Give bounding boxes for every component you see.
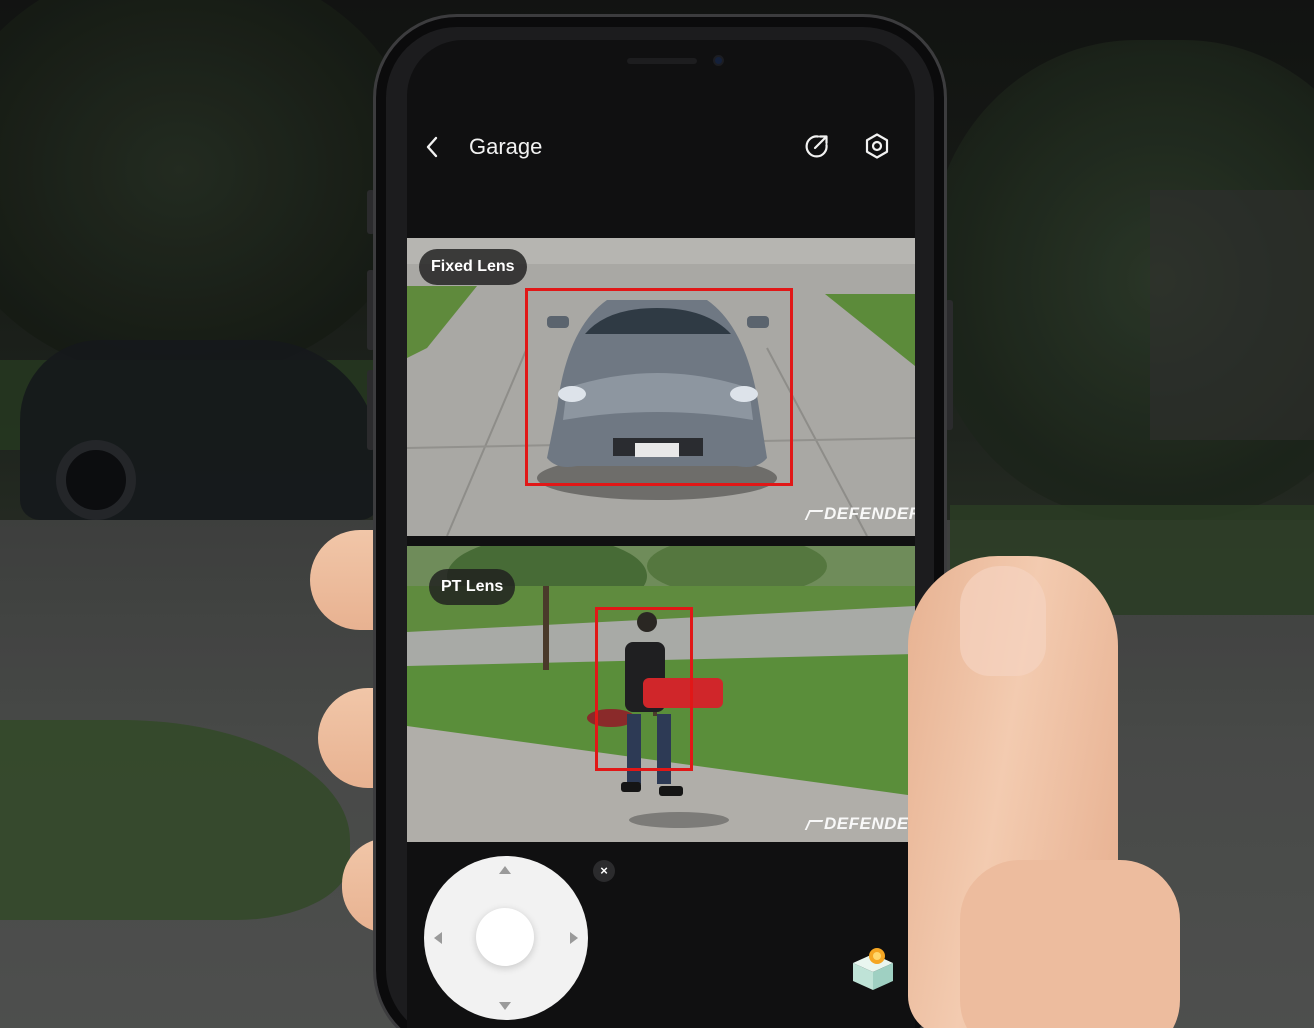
watermark-text: DEFENDER bbox=[824, 504, 915, 523]
share-button[interactable] bbox=[803, 132, 831, 160]
palm bbox=[960, 860, 1180, 1028]
share-arrow-icon bbox=[805, 135, 828, 158]
phone-screen: Garage Fixed Lens DEFENDER PT Lens DEFEN… bbox=[407, 40, 915, 1028]
cube-box-icon bbox=[853, 948, 893, 990]
cube-box-button[interactable] bbox=[849, 944, 897, 992]
lens-label-badge: Fixed Lens bbox=[419, 249, 527, 285]
ptz-joystick[interactable] bbox=[424, 856, 588, 1020]
watermark-logo: DEFENDER bbox=[804, 504, 915, 524]
detection-box-person bbox=[595, 607, 693, 771]
thumbnail-nail bbox=[960, 566, 1046, 676]
camera-feed-pt-lens[interactable]: PT Lens DEFENDER bbox=[407, 546, 915, 842]
pan-down-arrow-icon[interactable] bbox=[499, 1002, 511, 1010]
pan-left-arrow-icon[interactable] bbox=[434, 932, 442, 944]
front-camera bbox=[713, 55, 724, 66]
watermark-logo: DEFENDER bbox=[804, 814, 915, 834]
back-button[interactable] bbox=[421, 134, 443, 160]
lens-label-badge: PT Lens bbox=[429, 569, 516, 605]
page-title: Garage bbox=[469, 134, 543, 159]
pan-right-arrow-icon[interactable] bbox=[570, 932, 578, 944]
earpiece-speaker bbox=[627, 58, 697, 64]
defender-logo-icon bbox=[804, 820, 824, 830]
pan-up-arrow-icon[interactable] bbox=[499, 866, 511, 874]
watermark-text: DEFENDER bbox=[824, 814, 915, 833]
chevron-left-icon bbox=[426, 136, 438, 158]
close-joystick-button[interactable]: × bbox=[593, 860, 615, 882]
settings-button[interactable] bbox=[863, 132, 891, 160]
detection-box-vehicle bbox=[525, 288, 793, 486]
joystick-knob[interactable] bbox=[476, 908, 534, 966]
defender-logo-icon bbox=[804, 510, 824, 520]
camera-feed-fixed-lens[interactable]: Fixed Lens DEFENDER bbox=[407, 238, 915, 536]
gear-icon bbox=[865, 133, 889, 159]
